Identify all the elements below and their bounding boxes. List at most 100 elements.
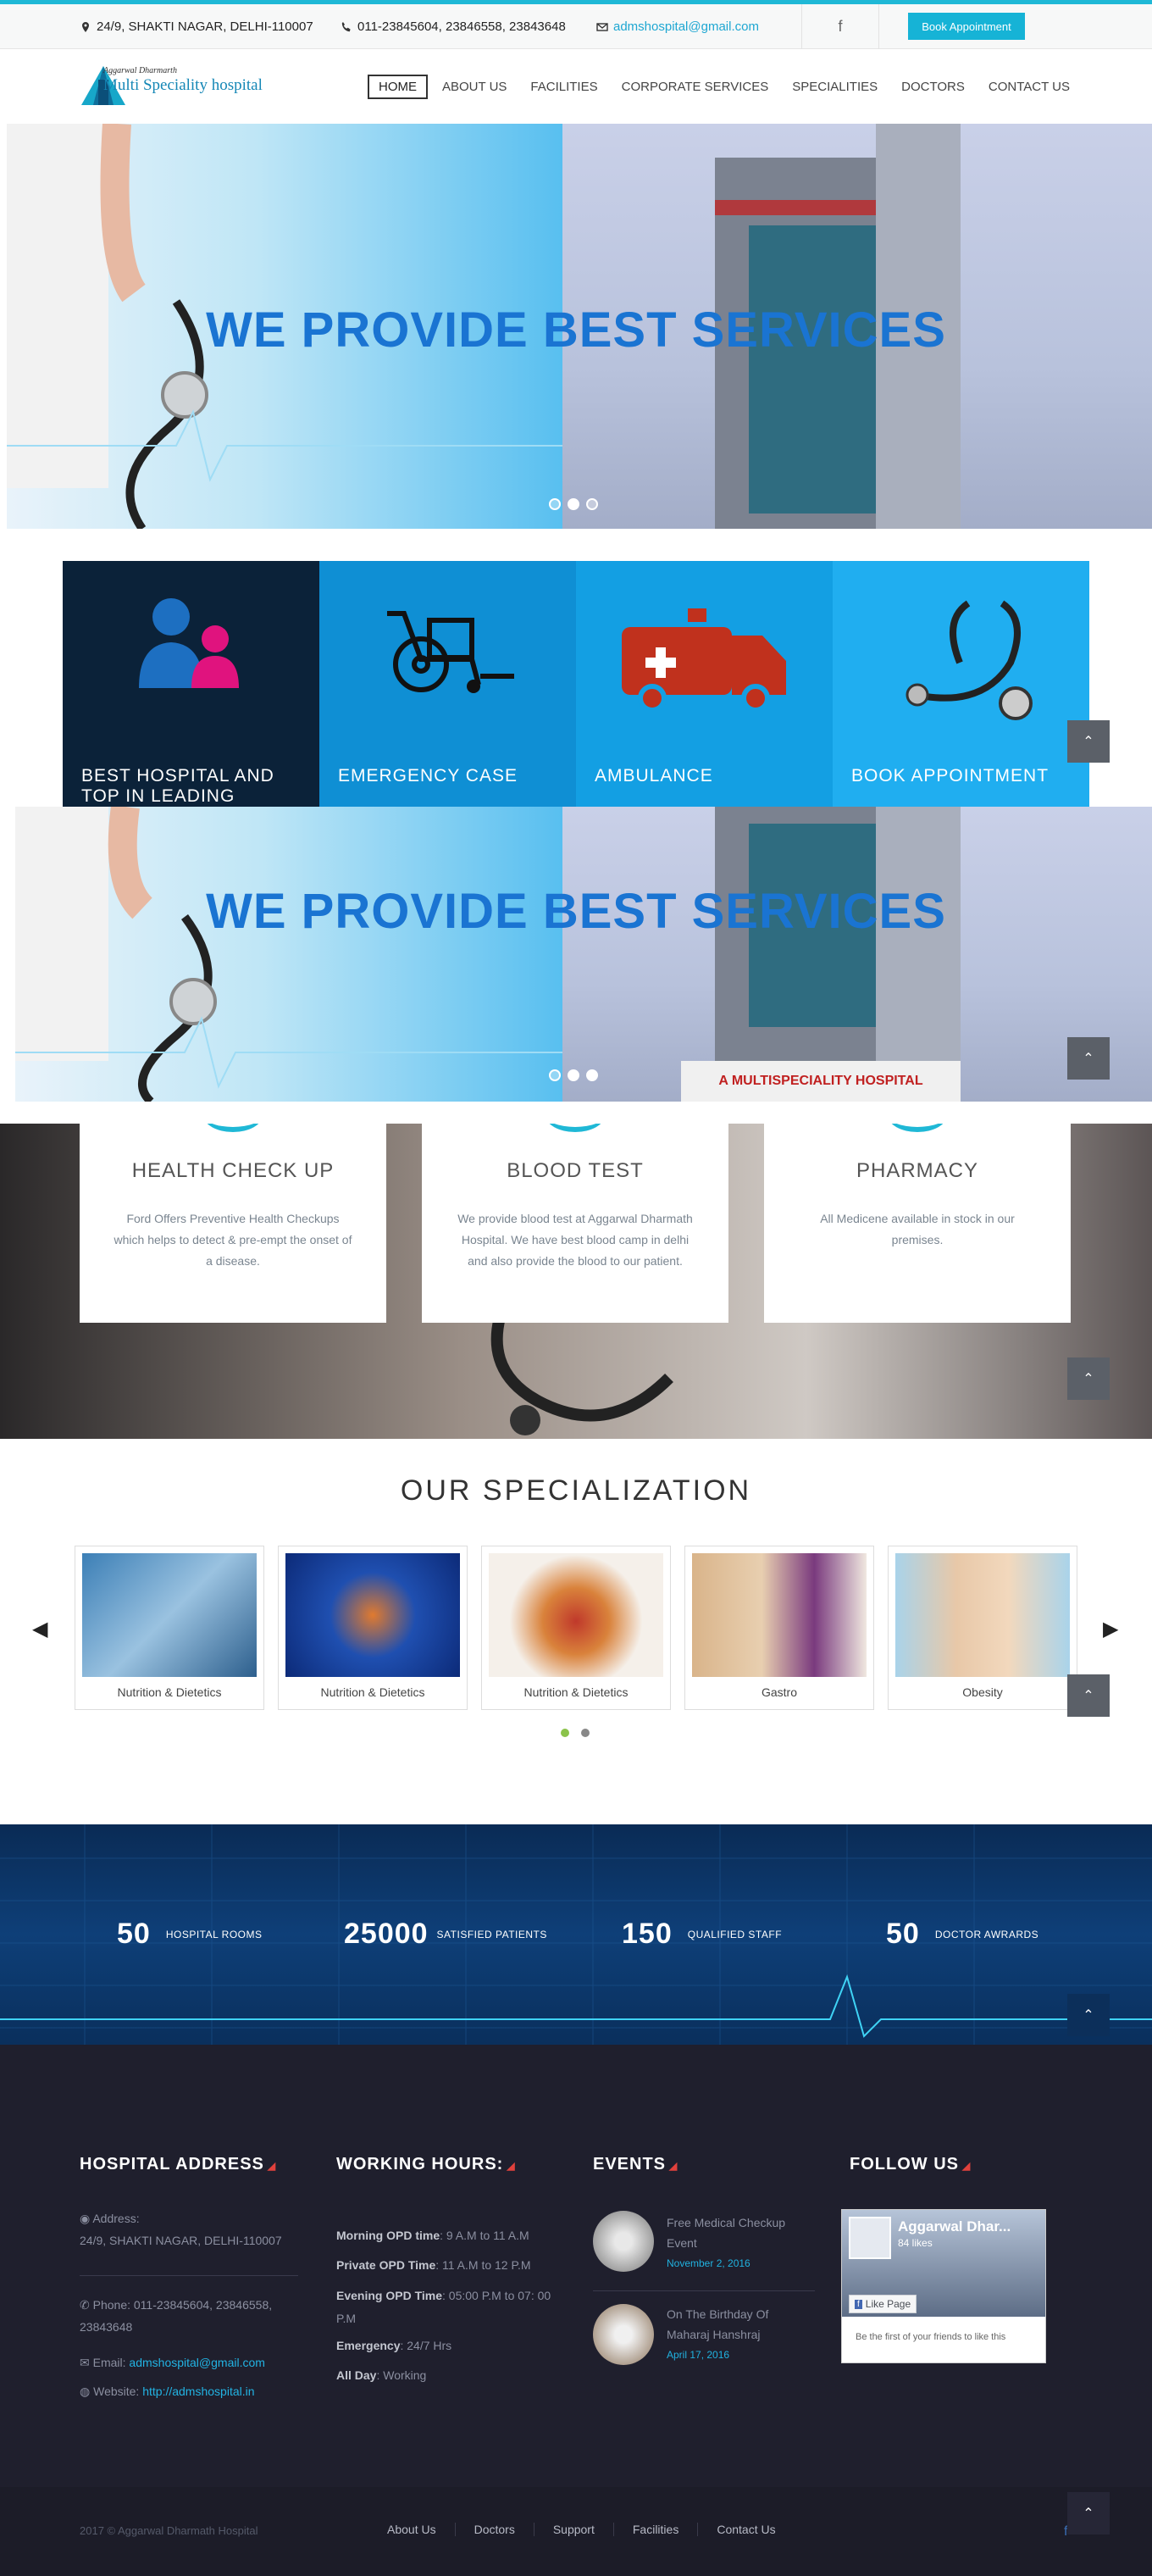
carousel-dot[interactable]	[581, 1729, 590, 1737]
event-thumbnail[interactable]	[593, 2211, 654, 2272]
facebook-likes: 84 likes	[898, 2237, 933, 2249]
hospital-sign: A MULTISPECIALITY HOSPITAL	[681, 1061, 961, 1102]
scroll-top-button[interactable]: ⌃	[1067, 1357, 1110, 1400]
hours-row: Morning OPD time: 9 A.M to 11 A.M	[336, 2229, 529, 2242]
divider	[80, 2275, 298, 2276]
footer-link-doctors[interactable]: Doctors	[454, 2523, 534, 2536]
nav-facilities[interactable]: FACILITIES	[521, 76, 606, 97]
obesity-image	[895, 1553, 1070, 1677]
facebook-page-avatar	[849, 2217, 891, 2259]
footer-link-contact-us[interactable]: Contact Us	[697, 2523, 794, 2536]
hours-row: Private OPD Time: 11 A.M to 12 P.M	[336, 2258, 531, 2272]
stats-section: 50 HOSPITAL ROOMS 25000 SATISFIED PATIEN…	[0, 1824, 1152, 2045]
copyright: 2017 © Aggarwal Dharmath Hospital	[80, 2524, 258, 2537]
specialization-card[interactable]: Nutrition & Dietetics	[278, 1546, 468, 1710]
slider-dot[interactable]	[549, 1069, 561, 1081]
phone-info: 011-23845604, 23846558, 23843648	[341, 4, 566, 49]
stat-number: 50	[886, 1918, 920, 1950]
stat-satisfied-patients: 25000 SATISFIED PATIENTS	[344, 1918, 547, 1951]
slider-dot[interactable]	[586, 498, 598, 510]
scroll-top-button[interactable]: ⌃	[1067, 1674, 1110, 1717]
footer-events-title: EVENTS ◢	[593, 2155, 678, 2174]
slider-dot-active[interactable]	[568, 1069, 579, 1081]
carousel-dots	[561, 1729, 590, 1737]
facebook-icon[interactable]: f	[801, 4, 879, 49]
card-accent	[546, 1124, 605, 1132]
hero-slider-secondary: A MULTISPECIALITY HOSPITAL WE PROVIDE BE…	[0, 807, 1152, 1102]
feature-emergency-case[interactable]: EMERGENCY CASE	[319, 561, 576, 807]
address-text: 24/9, SHAKTI NAGAR, DELHI-110007	[97, 19, 313, 34]
email-link[interactable]: admshospital@gmail.com	[613, 19, 759, 34]
nav-doctors[interactable]: DOCTORS	[892, 76, 974, 97]
nav-about-us[interactable]: ABOUT US	[433, 76, 516, 97]
scroll-top-button[interactable]: ⌃	[1067, 2492, 1110, 2534]
footer-address-title: HOSPITAL ADDRESS ◢	[80, 2155, 277, 2174]
facebook-page-name[interactable]: Aggarwal Dhar...	[898, 2218, 1011, 2235]
slider-dot[interactable]	[586, 1069, 598, 1081]
nav-specialities[interactable]: SPECIALITIES	[783, 76, 887, 97]
feature-title: BEST HOSPITAL AND TOP IN LEADING	[81, 766, 274, 806]
service-card-health-check[interactable]: HEALTH CHECK UP Ford Offers Preventive H…	[80, 1124, 386, 1323]
phone-icon: ✆	[80, 2298, 90, 2312]
surgery-image	[82, 1553, 257, 1677]
hospital-logo[interactable]: Aggarwal Dharmarth Multi Speciality hosp…	[59, 66, 263, 95]
facebook-like-button[interactable]: f Like Page	[849, 2295, 917, 2313]
footer-email-link[interactable]: admshospital@gmail.com	[129, 2356, 265, 2369]
scroll-top-button[interactable]: ⌃	[1067, 1994, 1110, 2036]
feature-best-hospital[interactable]: BEST HOSPITAL AND TOP IN LEADING	[63, 561, 319, 807]
nav-contact-us[interactable]: CONTACT US	[979, 76, 1079, 97]
specialization-card[interactable]: Nutrition & Dietetics	[481, 1546, 671, 1710]
event-item[interactable]: On The Birthday Of Maharaj Hanshraj Apri…	[667, 2304, 811, 2365]
facebook-widget[interactable]: Aggarwal Dhar... 84 likes f Like Page Be …	[841, 2209, 1046, 2363]
carousel-next-icon[interactable]: ▶	[1103, 1617, 1118, 1641]
footer-phone: ✆ Phone: 011-23845604, 23846558, 2384364…	[80, 2298, 273, 2334]
service-title: PHARMACY	[856, 1159, 979, 1182]
slider-dot[interactable]	[549, 498, 561, 510]
nav-home[interactable]: HOME	[368, 75, 428, 99]
specialization-card[interactable]: Obesity	[888, 1546, 1077, 1710]
footer-follow-title: FOLLOW US ◢	[850, 2155, 972, 2174]
logo-line1: Aggarwal Dharmarth	[103, 66, 177, 75]
feature-ambulance[interactable]: AMBULANCE	[576, 561, 833, 807]
feature-title: BOOK APPOINTMENT	[851, 766, 1050, 786]
stat-label: HOSPITAL ROOMS	[165, 1928, 263, 1940]
carousel-prev-icon[interactable]: ◀	[32, 1617, 47, 1641]
footer-website-link[interactable]: http://admshospital.in	[142, 2384, 254, 2398]
footer-link-about-us[interactable]: About Us	[368, 2523, 455, 2536]
scroll-top-button[interactable]: ⌃	[1067, 1037, 1110, 1080]
stat-hospital-rooms: 50 HOSPITAL ROOMS	[117, 1918, 263, 1951]
bottom-bar: 2017 © Aggarwal Dharmath Hospital About …	[0, 2487, 1152, 2576]
specialization-card[interactable]: Nutrition & Dietetics	[75, 1546, 264, 1710]
gastro-image	[692, 1553, 867, 1677]
book-appointment-button[interactable]: Book Appointment	[908, 13, 1025, 40]
heart-image	[489, 1553, 663, 1677]
service-card-blood-test[interactable]: BLOOD TEST We provide blood test at Agga…	[422, 1124, 728, 1323]
footer-hours-title: WORKING HOURS: ◢	[336, 2155, 516, 2174]
hours-row: Evening OPD Time: 05:00 P.M to 07: 00	[336, 2289, 551, 2302]
event-thumbnail[interactable]	[593, 2304, 654, 2365]
envelope-icon: ✉	[80, 2356, 90, 2369]
hero-image-left	[15, 807, 562, 1102]
stat-label: SATISFIED PATIENTS	[436, 1928, 547, 1940]
feature-title: EMERGENCY CASE	[338, 766, 518, 786]
specialization-card[interactable]: Gastro	[684, 1546, 874, 1710]
service-card-pharmacy[interactable]: PHARMACY All Medicene available in stock…	[764, 1124, 1071, 1323]
kidney-image	[285, 1553, 460, 1677]
slider-dot-active[interactable]	[568, 498, 579, 510]
card-label: Nutrition & Dietetics	[117, 1685, 222, 1699]
divider	[593, 2290, 815, 2291]
facebook-friends-text: Be the first of your friends to like thi…	[856, 2332, 1006, 2342]
email-info[interactable]: admshospital@gmail.com	[596, 4, 759, 49]
stat-number: 50	[117, 1918, 151, 1950]
scroll-top-button[interactable]: ⌃	[1067, 720, 1110, 763]
footer-link-facilities[interactable]: Facilities	[612, 2523, 697, 2536]
card-accent	[203, 1124, 263, 1132]
carousel-dot-active[interactable]	[561, 1729, 569, 1737]
feature-book-appointment[interactable]: BOOK APPOINTMENT	[833, 561, 1089, 807]
footer-website: ◍ Website: http://admshospital.in	[80, 2384, 255, 2398]
nav-corporate-services[interactable]: CORPORATE SERVICES	[612, 76, 778, 97]
card-label: Nutrition & Dietetics	[523, 1685, 629, 1699]
hero-title: WE PROVIDE BEST SERVICES	[206, 303, 946, 358]
footer-link-support[interactable]: Support	[533, 2523, 613, 2536]
event-item[interactable]: Free Medical Checkup Event November 2, 2…	[667, 2212, 811, 2273]
